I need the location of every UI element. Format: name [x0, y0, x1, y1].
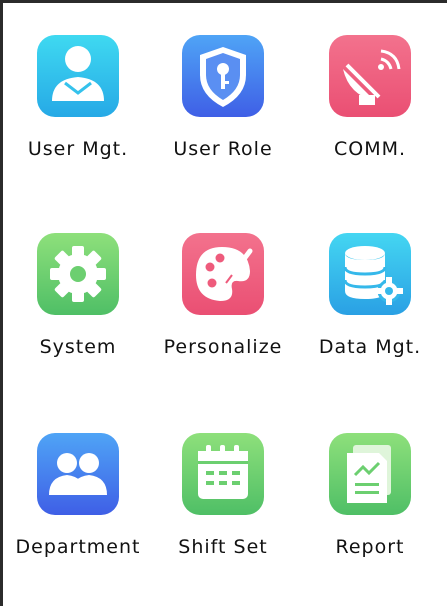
menu-item-label: Personalize — [163, 336, 283, 358]
menu-item-system[interactable]: System — [3, 233, 153, 359]
department-users-icon — [37, 433, 119, 515]
shift-set-calendar-icon — [182, 433, 264, 515]
comm-satellite-icon — [329, 35, 411, 117]
menu-item-data-mgt[interactable]: Data Mgt. — [295, 233, 445, 359]
menu-item-user-mgt[interactable]: User Mgt. — [3, 35, 153, 161]
menu-item-comm[interactable]: COMM. — [295, 35, 445, 161]
menu-item-label: Department — [15, 536, 141, 558]
menu-item-label: Data Mgt. — [318, 336, 422, 358]
menu-item-personalize[interactable]: Personalize — [148, 233, 298, 359]
menu-item-label: COMM. — [333, 138, 407, 160]
menu-item-label: Shift Set — [178, 536, 268, 558]
menu-item-label: System — [39, 336, 117, 358]
personalize-palette-icon — [182, 233, 264, 315]
main-menu-screen: User Mgt. User Role COMM. System Persona… — [0, 0, 447, 606]
menu-item-user-role[interactable]: User Role — [148, 35, 298, 161]
menu-item-label: Report — [335, 536, 405, 558]
user-mgt-icon — [37, 35, 119, 117]
menu-item-shift-set[interactable]: Shift Set — [148, 433, 298, 559]
data-mgt-database-icon — [329, 233, 411, 315]
system-gear-icon — [37, 233, 119, 315]
menu-item-report[interactable]: Report — [295, 433, 445, 559]
report-document-icon — [329, 433, 411, 515]
menu-item-department[interactable]: Department — [3, 433, 153, 559]
menu-item-label: User Role — [173, 138, 273, 160]
user-role-shield-icon — [182, 35, 264, 117]
menu-item-label: User Mgt. — [27, 138, 129, 160]
